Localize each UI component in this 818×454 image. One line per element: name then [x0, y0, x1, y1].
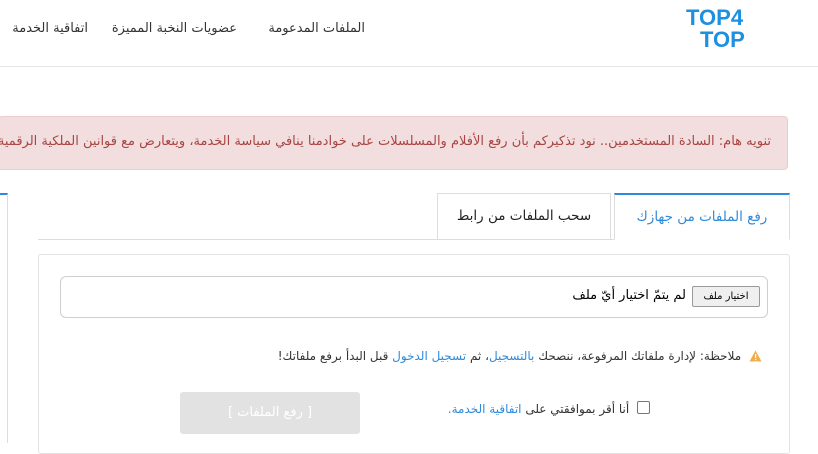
file-status-text: لم يتمّ اختيار أيّ ملف [572, 288, 686, 303]
service-agreement-link[interactable]: اتفاقية الخدمة. [448, 402, 522, 416]
register-link[interactable]: بالتسجيل [489, 349, 534, 363]
login-link[interactable]: تسجيل الدخول [392, 349, 466, 363]
note-middle: ، ثم [469, 349, 489, 363]
top-navbar: TOP4 TOP الملفات المدعومة عضويات النخبة … [0, 0, 818, 67]
tab-local-upload[interactable]: رفع الملفات من جهازك [614, 193, 790, 240]
logo-mark: TOP4 TOP [686, 5, 745, 52]
agreement-row: أنا أقر بموافقتي على اتفاقية الخدمة. [448, 401, 650, 416]
tab-local-upload-label: رفع الملفات من جهازك [636, 209, 768, 225]
warning-icon [749, 350, 762, 365]
nav-elite-memberships[interactable]: عضويات النخبة المميزة [112, 21, 237, 36]
important-notice-alert: تنويه هام: السادة المستخدمين.. نود تذكير… [0, 116, 788, 170]
alert-text: تنويه هام: السادة المستخدمين.. نود تذكير… [0, 134, 771, 149]
nav-supported-files[interactable]: الملفات المدعومة [268, 21, 365, 36]
agree-checkbox[interactable] [637, 401, 650, 414]
choose-file-button[interactable]: اختيار ملف [692, 286, 760, 307]
agree-text: أنا أقر بموافقتي على [525, 402, 630, 416]
side-panel-edge [0, 193, 8, 443]
note-suffix: قبل البدأ برفع ملفاتك! [277, 349, 389, 363]
site-logo[interactable]: TOP4 TOP [684, 5, 764, 52]
nav-service-agreement[interactable]: اتفاقية الخدمة [12, 21, 88, 36]
tab-remote-url[interactable]: سحب الملفات من رابط [437, 193, 611, 239]
upload-note: ملاحظة: لإدارة ملفاتك المرفوعة، ننصحك با… [278, 349, 762, 365]
note-prefix: ملاحظة: لإدارة ملفاتك المرفوعة، ننصحك [538, 349, 742, 363]
upload-submit-button[interactable]: [ رفع الملفات ] [180, 392, 360, 434]
tab-remote-url-label: سحب الملفات من رابط [456, 208, 592, 224]
logo-text-bottom: TOP [700, 27, 745, 50]
